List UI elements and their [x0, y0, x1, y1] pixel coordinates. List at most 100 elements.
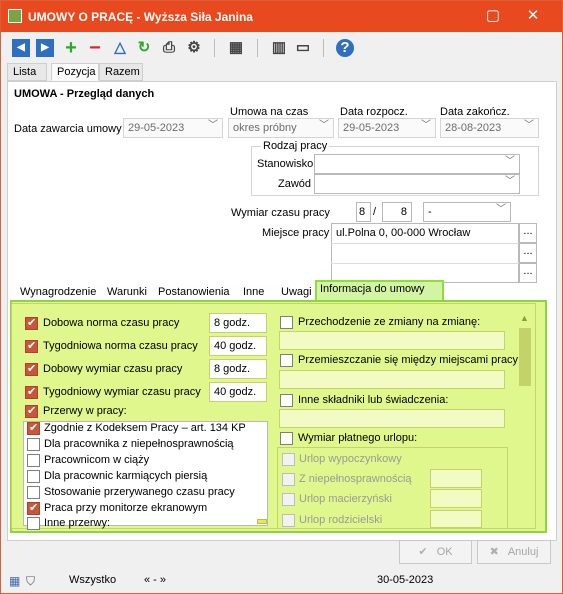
- calculator-icon[interactable]: ▦: [227, 39, 245, 57]
- tab-uwagi[interactable]: Uwagi: [278, 283, 315, 301]
- leave-item: Urlop macierzyński: [299, 493, 392, 505]
- work-time-denominator[interactable]: 8: [382, 202, 412, 222]
- break-item: Inne przerwy:: [44, 517, 111, 529]
- leave-days-field[interactable]: [430, 489, 482, 508]
- monitor-icon[interactable]: ▭: [294, 39, 312, 57]
- tab-lista[interactable]: Lista: [7, 63, 47, 81]
- app-icon: [8, 9, 22, 23]
- other-checkbox[interactable]: [280, 394, 293, 407]
- tab-pozycja[interactable]: Pozycja: [51, 63, 99, 81]
- workplace-more-button[interactable]: ...: [519, 243, 537, 263]
- job-select[interactable]: ﹀: [314, 174, 520, 194]
- next-icon[interactable]: ▶: [36, 39, 54, 57]
- close-icon[interactable]: ✕: [517, 5, 549, 27]
- weekly-norm-label: Tygodniowa norma czasu pracy: [43, 340, 198, 352]
- break-checkbox[interactable]: [27, 517, 40, 530]
- help-icon[interactable]: ?: [336, 39, 354, 57]
- break-checkbox[interactable]: [27, 470, 40, 483]
- settings-icon[interactable]: ⚙: [185, 39, 203, 57]
- weekly-time-checkbox[interactable]: [25, 385, 38, 399]
- leave-checkbox[interactable]: [282, 514, 295, 527]
- leave-checkbox[interactable]: [282, 493, 295, 506]
- date-signed-label: Data zawarcia umowy: [14, 123, 122, 135]
- work-time-slash: /: [373, 206, 377, 218]
- break-checkbox[interactable]: [27, 454, 40, 467]
- leave-checkbox[interactable]: [282, 453, 295, 466]
- work-time-label: Wymiar czasu pracy: [231, 207, 330, 219]
- info-scrollbar[interactable]: ▲: [516, 313, 534, 526]
- job-label: Zawód: [278, 178, 312, 190]
- work-time-unit-select[interactable]: - ﹀: [423, 202, 511, 222]
- refresh-icon[interactable]: ↻: [135, 39, 153, 57]
- minimize-icon[interactable]: ▢: [477, 5, 509, 27]
- add-icon[interactable]: +: [62, 38, 80, 58]
- daily-time-value[interactable]: 8 godz.: [209, 359, 267, 379]
- scrollbar-thumb[interactable]: [519, 328, 531, 386]
- workplace-line: [331, 243, 519, 244]
- tab-inne[interactable]: Inne: [240, 283, 267, 301]
- daily-norm-checkbox[interactable]: [25, 316, 38, 330]
- table-icon[interactable]: ▦: [9, 574, 20, 588]
- leave-checkbox[interactable]: [282, 473, 295, 486]
- date-signed-value: 29-05-2023: [128, 122, 185, 134]
- position-select[interactable]: ﹀: [314, 154, 520, 174]
- funnel-icon[interactable]: ⛉: [26, 574, 35, 589]
- chevron-down-icon: ﹀: [421, 120, 431, 131]
- break-checkbox[interactable]: [27, 486, 40, 499]
- delete-icon[interactable]: −: [86, 38, 104, 58]
- daily-norm-value[interactable]: 8 godz.: [209, 313, 267, 333]
- chevron-down-icon: ﹀: [496, 204, 506, 215]
- toolbar-separator: [214, 39, 215, 57]
- workplace-more-button[interactable]: ...: [519, 223, 537, 243]
- work-time-numerator[interactable]: 8: [356, 202, 371, 222]
- other-label: Inne składniki lub świadczenia:: [298, 394, 449, 406]
- toolbar-separator: [323, 39, 324, 57]
- ok-button[interactable]: ✔ OK: [399, 540, 472, 564]
- leave-days-field[interactable]: [430, 469, 482, 488]
- chevron-down-icon: ﹀: [319, 120, 329, 131]
- shift-label: Przechodzenie ze zmiany na zmianę:: [298, 316, 481, 328]
- end-date-label: Data zakończ.: [440, 106, 510, 118]
- filter-icon[interactable]: △: [111, 39, 129, 57]
- break-item: Pracownicom w ciąży: [44, 454, 150, 466]
- daily-time-checkbox[interactable]: [25, 362, 38, 376]
- break-checkbox[interactable]: [27, 438, 40, 451]
- break-item: Stosowanie przerywanego czasu pracy: [44, 486, 235, 498]
- workplace-field[interactable]: ul.Polna 0, 00-000 Wrocław: [331, 223, 519, 283]
- end-date-field[interactable]: 28-08-2023 ﹀: [440, 118, 539, 138]
- date-signed-field[interactable]: 29-05-2023 ﹀: [123, 118, 223, 138]
- start-date-value: 29-05-2023: [343, 122, 400, 134]
- breaks-checkbox[interactable]: [25, 404, 38, 418]
- status-bar: ▦ ⛉ Wszystko « - » 30-05-2023: [1, 570, 562, 592]
- chevron-down-icon: ﹀: [208, 120, 218, 131]
- tab-postanowienia[interactable]: Postanowienia: [155, 283, 233, 301]
- print-icon[interactable]: ⎙: [160, 39, 178, 57]
- leave-label: Wymiar płatnego urlopu:: [298, 432, 418, 444]
- temp-contract-select[interactable]: okres próbny ﹀: [228, 118, 334, 138]
- columns-icon[interactable]: ▥: [270, 39, 288, 57]
- tab-wynagrodzenie[interactable]: Wynagrodzenie: [17, 283, 99, 301]
- chevron-down-icon: ﹀: [505, 156, 515, 167]
- cancel-button[interactable]: ✖ Anuluj: [477, 540, 551, 564]
- move-field[interactable]: [279, 370, 505, 389]
- leave-days-field[interactable]: [430, 510, 482, 528]
- move-checkbox[interactable]: [280, 354, 293, 367]
- position-label: Stanowisko: [257, 158, 314, 170]
- shift-field[interactable]: [279, 331, 505, 350]
- weekly-time-value[interactable]: 40 godz.: [209, 382, 267, 402]
- start-date-field[interactable]: 29-05-2023 ﹀: [338, 118, 436, 138]
- end-date-value: 28-08-2023: [445, 122, 502, 134]
- break-checkbox[interactable]: [27, 421, 40, 435]
- prev-icon[interactable]: ◀: [12, 39, 30, 57]
- scroll-up-icon[interactable]: ▲: [520, 313, 529, 323]
- break-checkbox[interactable]: [27, 501, 40, 515]
- weekly-norm-checkbox[interactable]: [25, 339, 38, 353]
- weekly-norm-value[interactable]: 40 godz.: [209, 336, 267, 356]
- tab-warunki[interactable]: Warunki: [104, 283, 150, 301]
- workplace-more-button[interactable]: ...: [519, 263, 537, 283]
- leave-checkbox[interactable]: [280, 432, 293, 445]
- tab-razem[interactable]: Razem: [99, 63, 143, 81]
- other-field[interactable]: [279, 409, 505, 428]
- shift-checkbox[interactable]: [280, 316, 293, 329]
- list-resize-handle[interactable]: [257, 519, 267, 524]
